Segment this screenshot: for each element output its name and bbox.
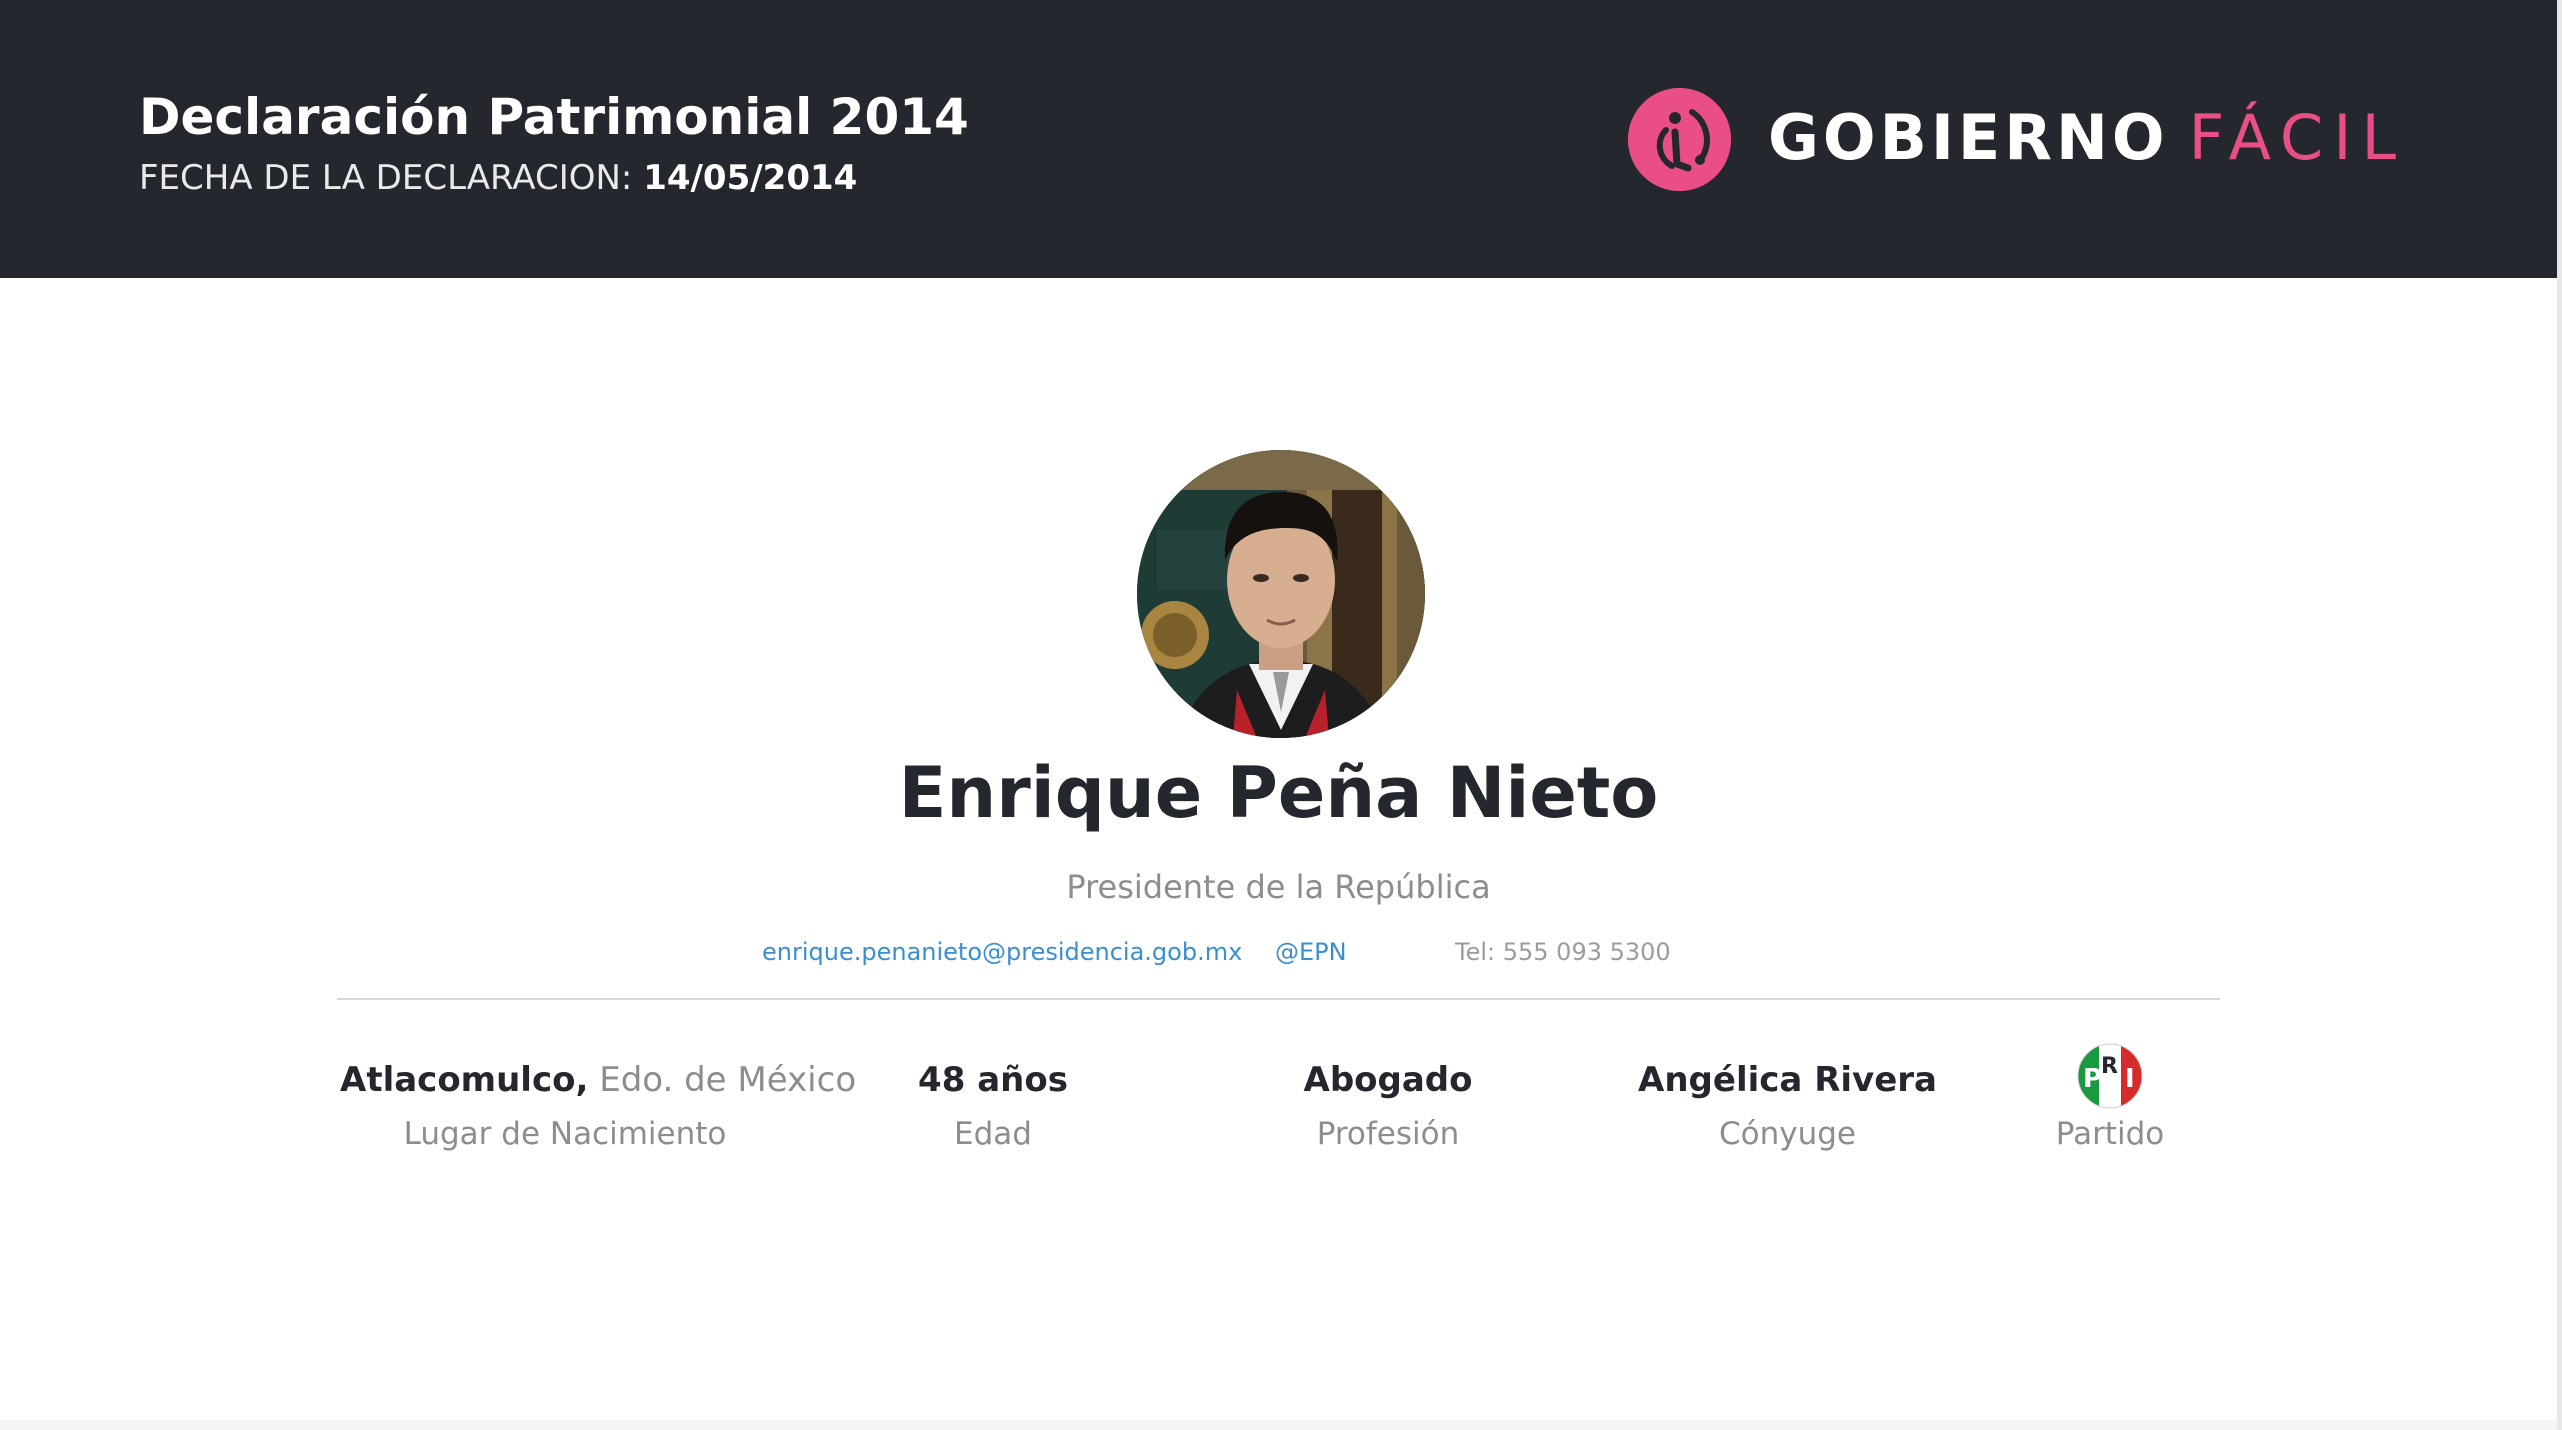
declaration-date-value: 14/05/2014 [643, 158, 858, 198]
scrollbar-track[interactable] [2557, 0, 2562, 1430]
page-title: Declaración Patrimonial 2014 [139, 88, 969, 146]
age-text: 48 años [918, 1060, 1068, 1100]
birthplace-value: Atlacomulco, Edo. de México [340, 1053, 856, 1107]
birthplace-state: Edo. de México [599, 1060, 857, 1100]
email-link[interactable]: enrique.penanieto@presidencia.gob.mx [762, 938, 1242, 966]
spouse-value: Angélica Rivera [1600, 1053, 1975, 1107]
stat-party: P R I Partido [2010, 1043, 2210, 1161]
age-value: 48 años [843, 1053, 1143, 1107]
svg-text:I: I [2125, 1064, 2135, 1094]
pri-party-logo-icon: P R I [2077, 1043, 2143, 1109]
gobierno-facil-logo[interactable]: GOBIERNO FÁCIL [1628, 88, 2396, 192]
stat-spouse: Angélica Rivera Cónyuge [1600, 1053, 1975, 1161]
declaration-date-label: FECHA DE LA DECLARACION: [139, 158, 633, 198]
person-name: Enrique Peña Nieto [898, 752, 1659, 834]
spouse-text: Angélica Rivera [1638, 1060, 1937, 1100]
profession-value: Abogado [1238, 1053, 1538, 1107]
stat-age: 48 años Edad [843, 1053, 1143, 1161]
stat-profession: Abogado Profesión [1238, 1053, 1538, 1161]
birthplace-city: Atlacomulco, [340, 1060, 589, 1100]
declaration-date: FECHA DE LA DECLARACION: 14/05/2014 [139, 158, 857, 198]
bottom-edge [0, 1420, 2557, 1430]
phone-number: Tel: 555 093 5300 [1455, 938, 1671, 966]
party-label: Partido [2055, 1116, 2165, 1152]
birthplace-label: Lugar de Nacimiento [403, 1116, 727, 1152]
gobierno-facil-wordmark: GOBIERNO FÁCIL [1768, 98, 2406, 178]
page: Declaración Patrimonial 2014 FECHA DE LA… [0, 0, 2562, 1430]
age-label: Edad [954, 1116, 1032, 1152]
svg-text:P: P [2083, 1064, 2102, 1094]
logo-word-gobierno: GOBIERNO [1768, 101, 2169, 174]
avatar [1137, 450, 1425, 738]
header-bar: Declaración Patrimonial 2014 FECHA DE LA… [0, 0, 2557, 278]
svg-text:R: R [2101, 1054, 2118, 1079]
twitter-link[interactable]: @EPN [1275, 938, 1347, 966]
party-value: P R I [2010, 1043, 2210, 1108]
logo-word-facil: FÁCIL [2188, 101, 2407, 174]
spouse-label: Cónyuge [1718, 1116, 1856, 1152]
person-role: Presidente de la República [1066, 868, 1491, 906]
profession-label: Profesión [1316, 1116, 1460, 1152]
divider [337, 998, 2220, 1000]
stat-birthplace: Atlacomulco, Edo. de México Lugar de Nac… [340, 1053, 856, 1161]
gobierno-facil-logo-icon [1628, 88, 1731, 191]
profession-text: Abogado [1303, 1060, 1473, 1100]
